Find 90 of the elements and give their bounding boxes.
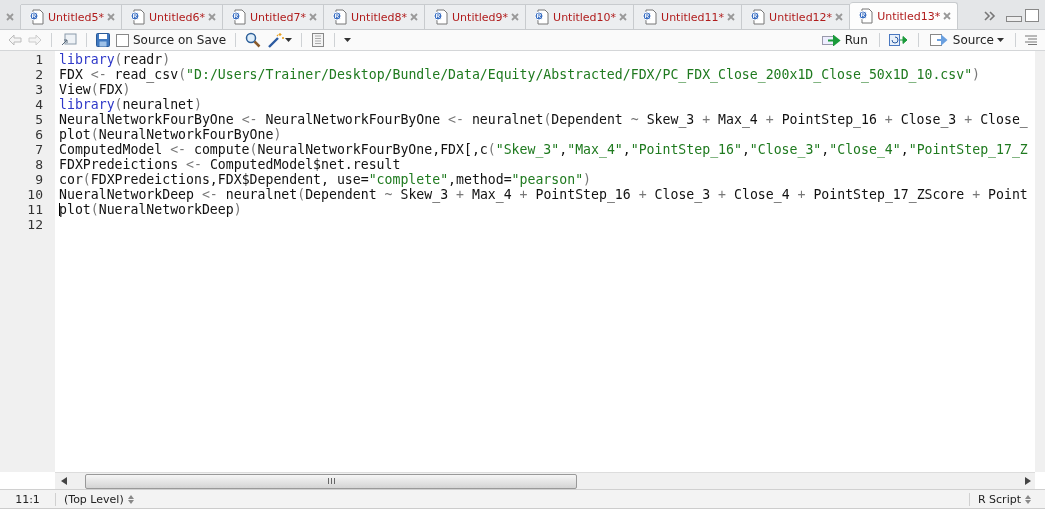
r-document-icon — [130, 9, 146, 25]
r-document-icon — [433, 9, 450, 25]
editor-tab[interactable]: Untitled5* — [21, 4, 122, 29]
editor-tab[interactable]: Untitled10* — [526, 4, 635, 29]
line-number: 5 — [34, 112, 44, 127]
caret-icon[interactable] — [285, 38, 293, 42]
code-line: View(FDX) — [59, 82, 131, 97]
line-number: 9 — [34, 172, 44, 187]
r-document-icon — [534, 9, 551, 25]
rerun-icon[interactable] — [888, 34, 909, 46]
code-line: cor(FDXPredeictions,FDX$Dependent, use="complete",method="pearson") — [59, 172, 592, 187]
line-number: 12 — [26, 217, 44, 232]
code-line: plot(NeuralNetworkFourByOne) — [59, 127, 282, 142]
editor-tab[interactable]: Untitled11* — [634, 4, 743, 29]
code-line: plot(NueralNetworkDeep) — [59, 202, 242, 217]
up-down-icon — [127, 494, 134, 504]
tab-label: Untitled10* — [553, 10, 617, 24]
r-document-icon — [750, 9, 767, 25]
line-number: 11 — [26, 202, 44, 217]
code-line: FDX <- read_csv("D:/Users/Trainer/Desktop/Bundle/Data/Equity/Abstracted/FDX/PC_FDX_Close_200x1D_Close_50x1D_10.csv") — [59, 67, 981, 82]
source-button[interactable]: Source — [927, 33, 1006, 47]
close-icon[interactable] — [6, 13, 14, 21]
file-type-selector[interactable]: R Script — [968, 492, 1039, 506]
line-number: 1 — [34, 52, 44, 67]
run-arrow-icon — [821, 34, 842, 46]
grip-icon — [327, 478, 335, 484]
code-line: FDXPredeictions <- ComputedModel$net.result — [59, 157, 401, 172]
scroll-right-icon[interactable] — [1025, 477, 1031, 485]
checkbox[interactable] — [116, 33, 129, 47]
close-icon[interactable] — [727, 13, 736, 21]
r-document-icon — [29, 9, 45, 25]
tab-label: Untitled7* — [250, 10, 307, 24]
caret-icon[interactable] — [344, 38, 352, 42]
scroll-left-icon[interactable] — [61, 477, 67, 485]
code-line: ComputedModel <- compute(NeuralNetworkFourByOne,FDX[,c("Skew_3","Max_4","PointStep_16","Close_3","Close_4","PointStep_17_Z — [59, 142, 1028, 157]
close-icon[interactable] — [835, 13, 844, 21]
editor-tab[interactable]: Untitled13* — [850, 2, 959, 29]
editor-tab[interactable]: Untitled6* — [122, 4, 224, 29]
line-number: 10 — [26, 187, 44, 202]
line-number: 3 — [34, 82, 44, 97]
source-arrow-icon — [929, 34, 950, 46]
back-arrow-icon[interactable] — [8, 34, 22, 46]
close-icon[interactable] — [410, 13, 419, 21]
close-icon[interactable] — [208, 13, 217, 21]
r-document-icon — [332, 9, 349, 25]
show-in-window-icon[interactable] — [61, 33, 77, 47]
tab-label: Untitled12* — [769, 10, 833, 24]
magic-wand-icon[interactable] — [267, 32, 286, 48]
save-icon[interactable] — [96, 33, 110, 47]
code-line: NeuralNetworkFourByOne <- NeuralNetworkFourByOne <- neuralnet(Dependent ~ Skew_3 + Max_4 + PointStep_16 + Close_3 + Close_ — [59, 112, 1028, 127]
minimize-icon[interactable] — [1006, 16, 1022, 22]
code-line: NueralNetworkDeep <- neuralnet(Dependent ~ Skew_3 + Max_4 + PointStep_16 + Close_3 + Close_4 + PointStep_17_ZScore + Point — [59, 187, 1028, 202]
r-document-icon — [642, 9, 659, 25]
cursor-position: 11:1 — [0, 492, 56, 506]
tab-label: Untitled9* — [452, 10, 509, 24]
scope-selector[interactable]: (Top Level) — [56, 492, 142, 506]
line-number: 7 — [34, 142, 44, 157]
tab-label: Untitled13* — [877, 9, 941, 23]
maximize-icon[interactable] — [1025, 9, 1039, 22]
editor-tab[interactable]: Untitled9* — [425, 4, 527, 29]
run-button[interactable]: Run — [819, 33, 870, 47]
line-number: 8 — [34, 157, 44, 172]
line-number: 6 — [34, 127, 44, 142]
outline-icon[interactable] — [1025, 35, 1037, 45]
code-line: library(neuralnet) — [59, 97, 202, 112]
editor-tab[interactable]: Untitled7* — [223, 4, 325, 29]
up-down-icon — [1025, 494, 1031, 504]
close-icon[interactable] — [107, 13, 115, 21]
close-icon[interactable] — [619, 13, 628, 21]
editor-tab[interactable]: Untitled12* — [742, 4, 851, 29]
caret-icon[interactable] — [997, 38, 1004, 42]
source-on-save-checkbox[interactable]: Source on Save — [116, 33, 227, 47]
tab-label: Untitled8* — [351, 10, 408, 24]
scrollbar-thumb[interactable] — [85, 473, 577, 489]
tab-label: Untitled5* — [48, 10, 104, 24]
close-icon[interactable] — [309, 13, 318, 21]
horizontal-scrollbar[interactable] — [55, 472, 1035, 489]
tab-label: Untitled6* — [149, 10, 206, 24]
close-icon[interactable] — [511, 13, 520, 21]
search-icon[interactable] — [245, 32, 262, 48]
double-chevron-icon[interactable] — [984, 11, 996, 21]
line-number: 2 — [34, 67, 44, 82]
notebook-icon[interactable] — [311, 33, 326, 47]
r-document-icon — [858, 8, 875, 24]
close-icon[interactable] — [943, 12, 952, 20]
editor-tab[interactable]: Untitled8* — [324, 4, 426, 29]
r-document-icon — [231, 9, 248, 25]
line-number: 4 — [34, 97, 44, 112]
code-line: library(readr) — [59, 52, 171, 67]
tab-label: Untitled11* — [661, 10, 725, 24]
